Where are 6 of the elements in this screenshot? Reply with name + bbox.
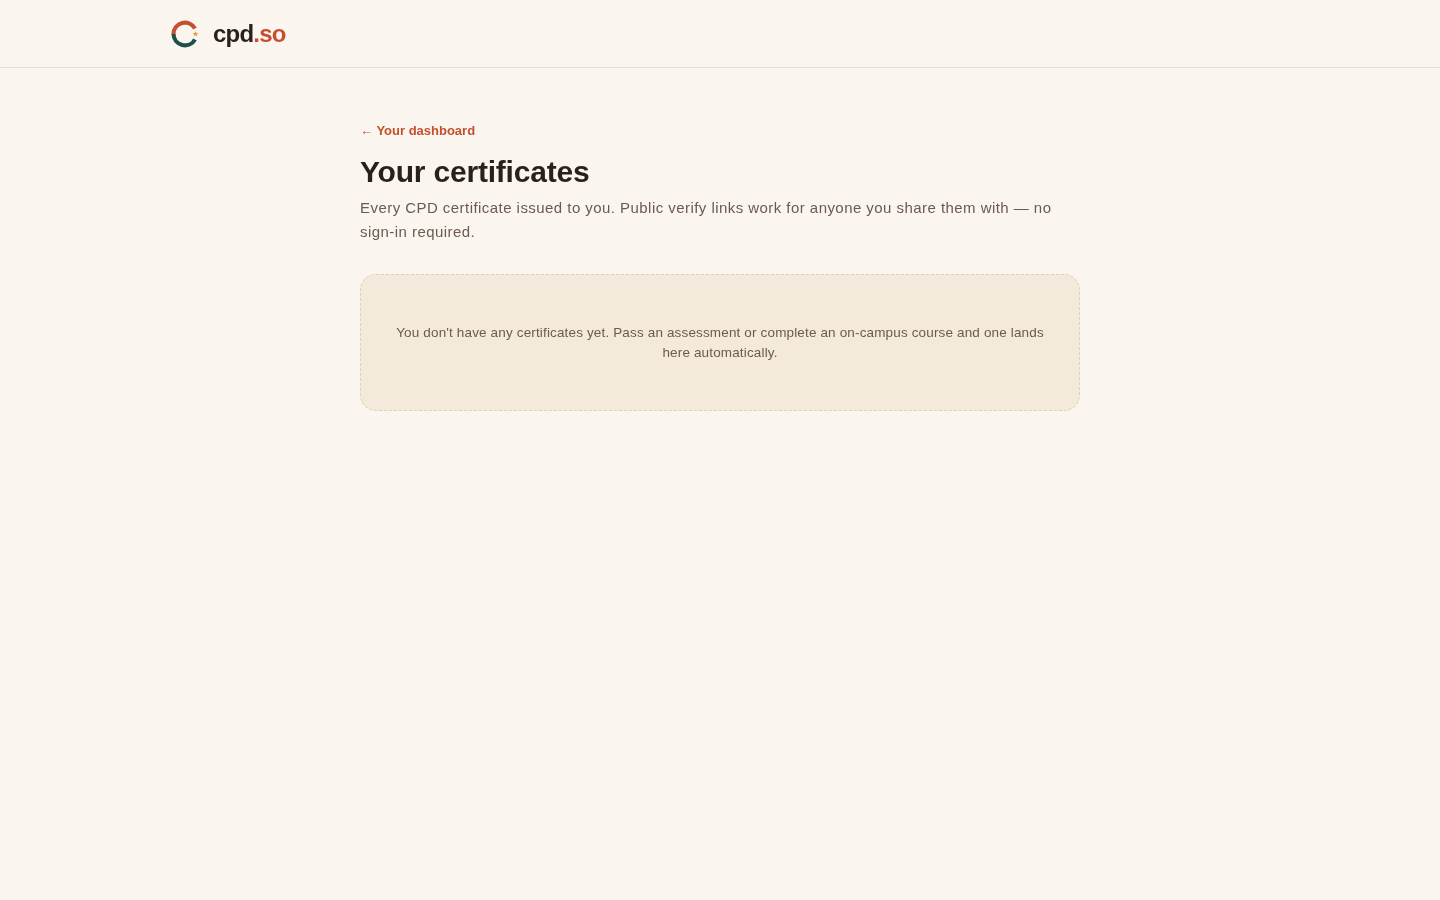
logo-icon — [171, 19, 199, 48]
logo-wordmark[interactable]: cpd.so — [213, 21, 286, 46]
back-link[interactable]: ← Your dashboard — [360, 122, 476, 140]
page-description: Every CPD certificate issued to you. Public verify links work for anyone you share them with — no sign-in required. — [360, 198, 1053, 242]
empty-state-message: You don't have any certificates yet. Pass an assessment or complete an on-campus course and one lands here automatically. — [395, 323, 1045, 362]
page-title: Your certificates — [360, 154, 591, 190]
